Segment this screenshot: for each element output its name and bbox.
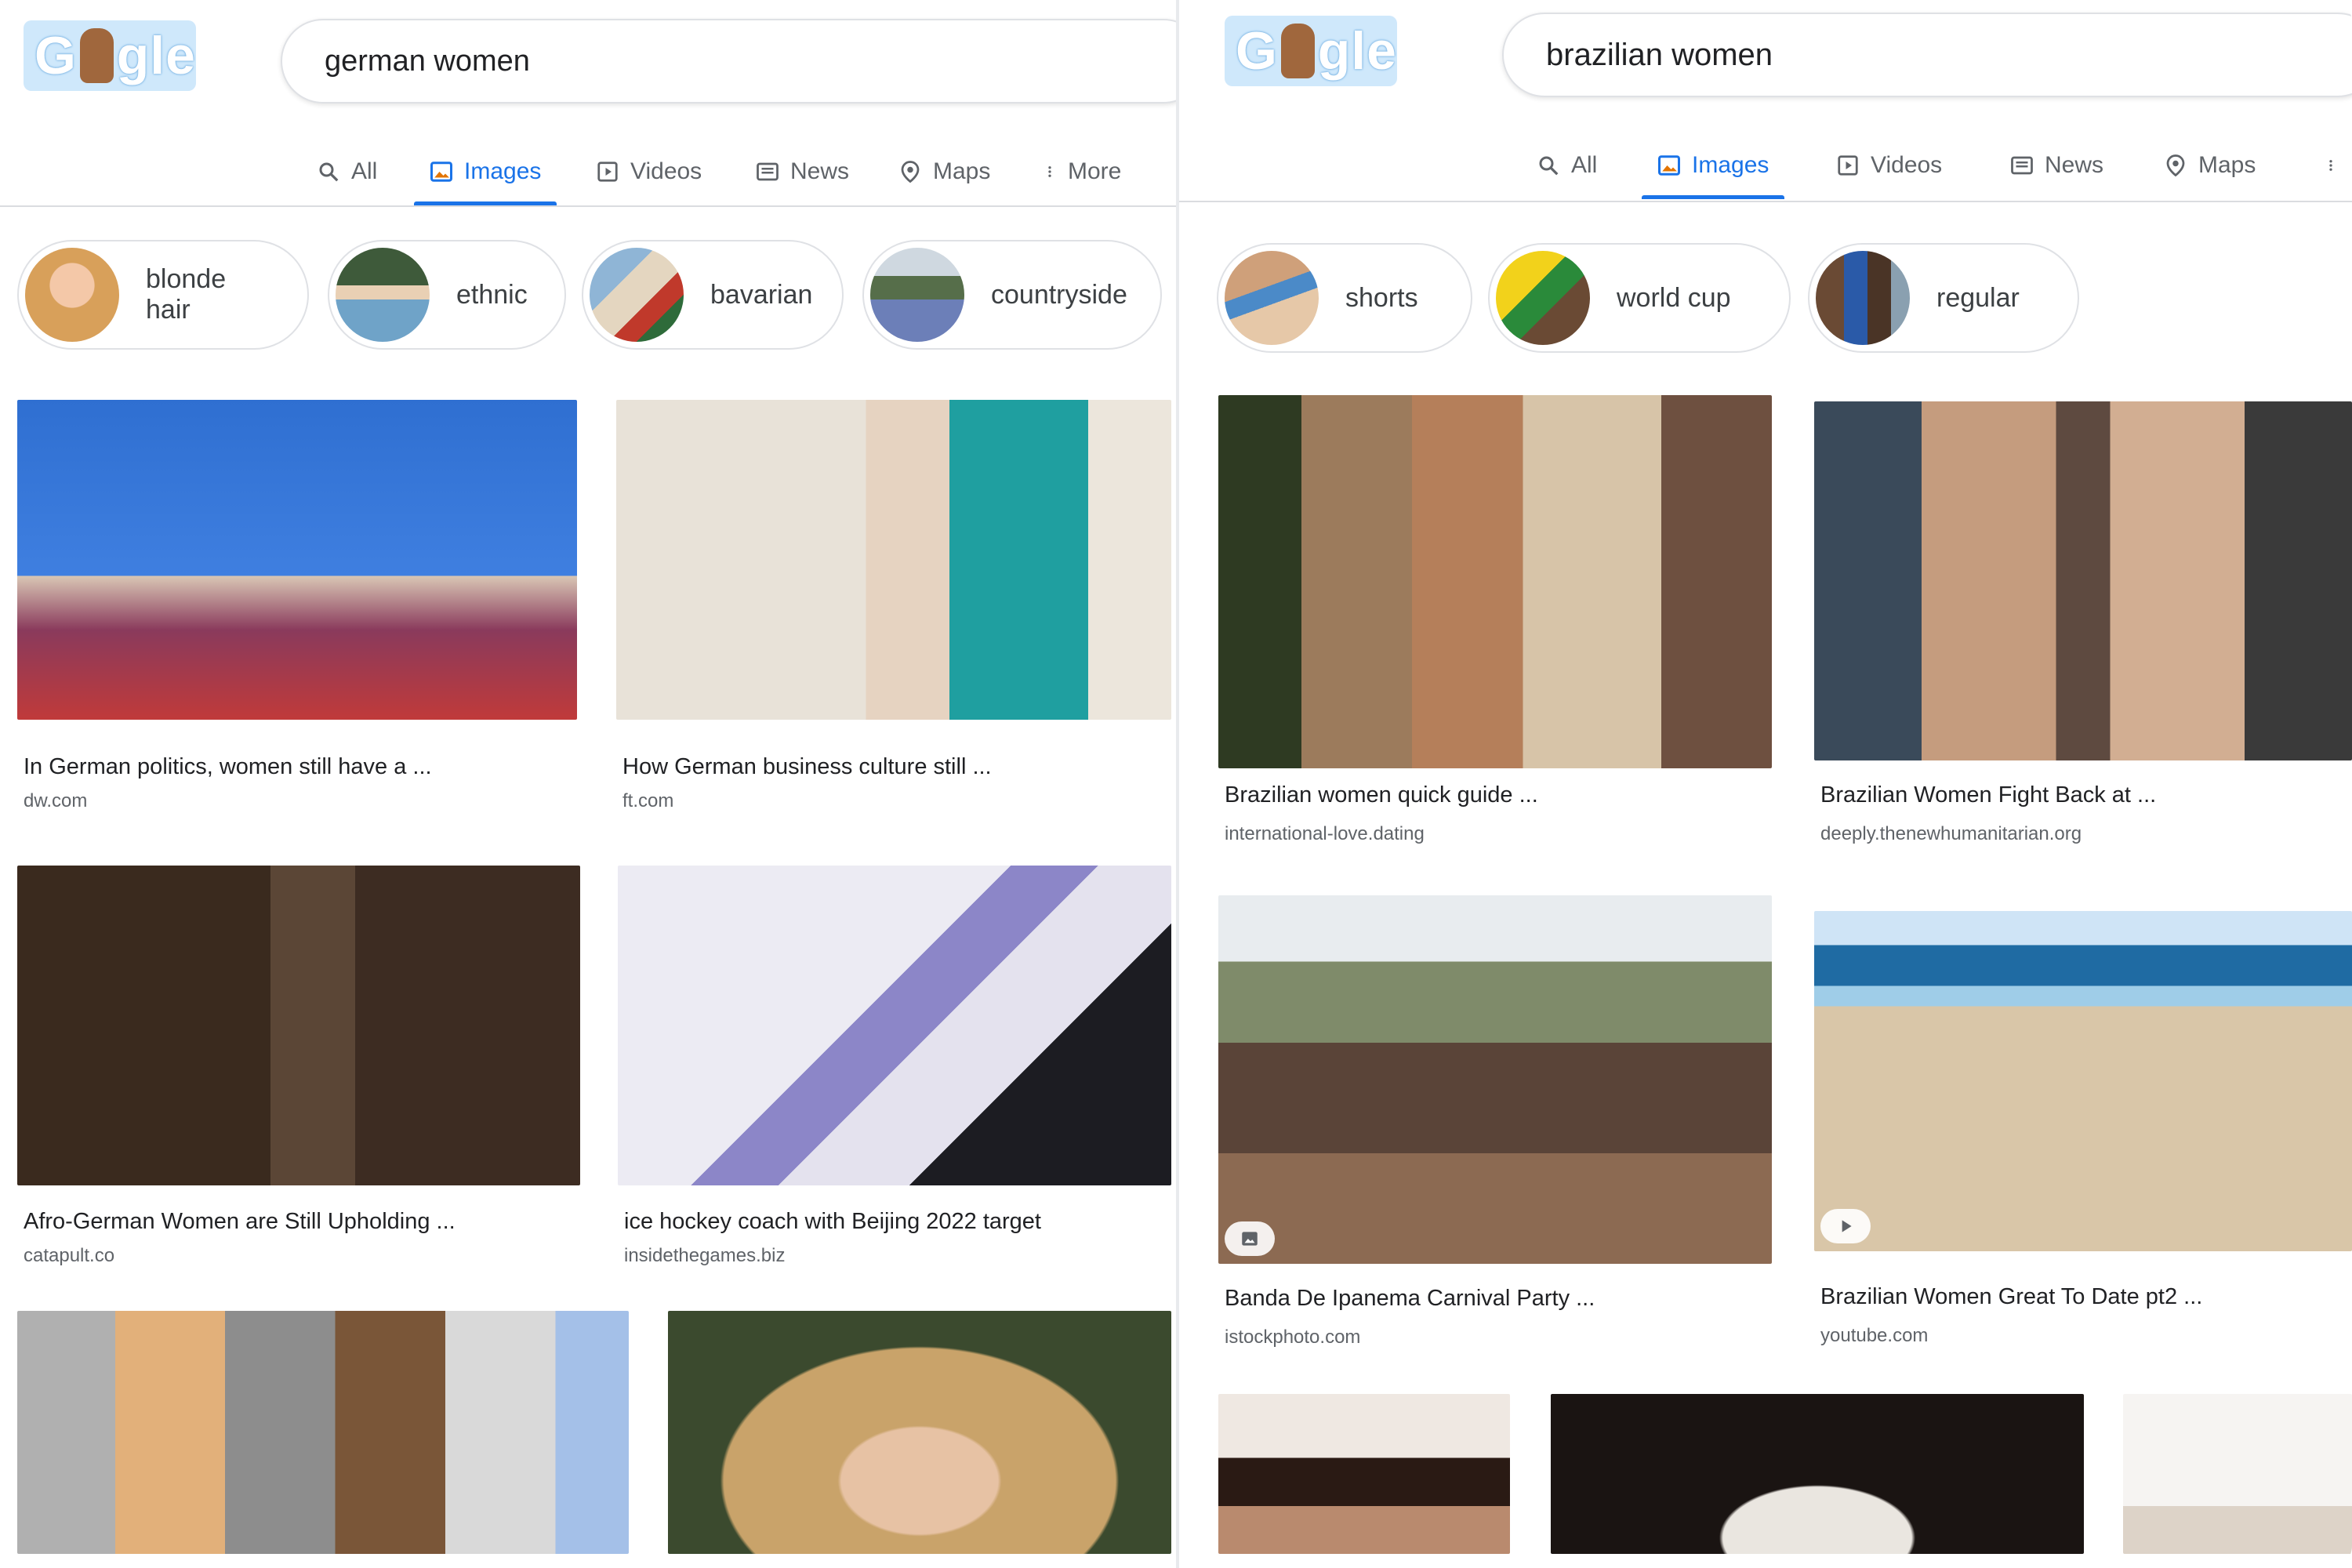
tab-news[interactable]: News [2010,133,2103,198]
result-image[interactable] [618,866,1171,1185]
more-vert-icon [2329,160,2332,171]
image-icon [1658,155,1680,176]
tab-more[interactable]: More [1043,140,1121,204]
result-image[interactable] [1551,1394,2084,1554]
result-image[interactable] [1218,395,1772,768]
tab-all[interactable]: All [1537,133,1597,198]
result-image[interactable] [1218,1394,1510,1554]
map-pin-icon [901,161,920,183]
image-icon [430,162,452,182]
image-result[interactable]: Brazilian Women Great To Date pt2 ... yo… [1814,911,2352,1366]
tab-videos[interactable]: Videos [1836,133,1942,198]
chip-thumbnail [590,248,684,342]
chip-shorts[interactable]: shorts [1217,243,1472,353]
panel-german-women: Ggle All Images Videos News Maps More [0,0,1176,1568]
search-tabs: All Images Videos News Maps [1179,133,2352,202]
result-image[interactable] [17,866,580,1185]
result-image[interactable] [2123,1394,2352,1554]
map-pin-icon [2166,154,2185,177]
tab-images[interactable]: Images [1641,133,1785,199]
result-image[interactable] [1814,911,2352,1251]
image-result[interactable]: Brazilian women quick guide ... internat… [1218,395,1772,858]
google-logo[interactable]: Ggle [1225,16,1397,86]
more-vert-icon [1048,166,1051,177]
search-input[interactable] [323,43,1176,79]
tab-more[interactable] [2324,133,2349,198]
result-image[interactable] [17,400,577,720]
chip-world-cup[interactable]: world cup [1488,243,1791,353]
video-icon [597,162,618,182]
tab-images[interactable]: Images [413,140,557,205]
result-image[interactable] [1218,895,1772,1264]
chip-regular[interactable]: regular [1808,243,2079,353]
chip-blonde-hair[interactable]: blonde hair [17,240,309,350]
image-result[interactable]: Afro-German Women are Still Upholding ..… [17,866,580,1273]
image-result[interactable]: Brazilian Women Fight Back at ... deeply… [1814,401,2352,864]
chip-thumbnail [1816,251,1910,345]
fist-doodle-icon [79,28,114,83]
search-icon [1539,156,1559,176]
chip-countryside[interactable]: countryside [862,240,1162,350]
search-bar[interactable] [281,19,1176,103]
news-icon [2011,156,2033,175]
image-badge-icon [1225,1221,1275,1256]
video-icon [1838,155,1858,176]
image-result[interactable]: How German business culture still ... ft… [616,400,1171,823]
image-result[interactable] [17,1311,629,1554]
image-result[interactable] [1551,1394,2084,1554]
panel-brazilian-women: Ggle All Images Videos News Maps [1179,0,2352,1568]
tab-all[interactable]: All [317,140,377,204]
chip-thumbnail [870,248,964,342]
tab-news[interactable]: News [756,140,849,204]
chip-bavarian[interactable]: bavarian [582,240,844,350]
chip-thumbnail [336,248,430,342]
search-tabs: All Images Videos News Maps More [0,140,1176,207]
image-result[interactable]: ice hockey coach with Beijing 2022 targe… [618,866,1171,1273]
news-icon [757,162,779,181]
image-result[interactable] [2123,1394,2352,1554]
search-input[interactable] [1544,36,2352,74]
play-icon [1820,1209,1871,1243]
chip-thumbnail [1225,251,1319,345]
search-bar[interactable] [1502,13,2352,97]
google-logo[interactable]: Ggle [24,20,196,91]
search-icon [319,162,339,182]
chip-ethnic[interactable]: ethnic [328,240,566,350]
image-result[interactable] [668,1311,1171,1554]
result-image[interactable] [17,1311,629,1554]
chip-thumbnail [25,248,119,342]
chip-thumbnail [1496,251,1590,345]
image-result[interactable] [1218,1394,1510,1554]
result-image[interactable] [1814,401,2352,760]
image-result[interactable]: In German politics, women still have a .… [17,400,577,823]
tab-maps[interactable]: Maps [898,140,990,204]
result-image[interactable] [616,400,1171,720]
image-result[interactable]: Banda De Ipanema Carnival Party ... isto… [1218,895,1772,1366]
tab-maps[interactable]: Maps [2164,133,2256,198]
fist-doodle-icon [1280,24,1315,78]
tab-videos[interactable]: Videos [596,140,702,204]
result-image[interactable] [668,1311,1171,1554]
